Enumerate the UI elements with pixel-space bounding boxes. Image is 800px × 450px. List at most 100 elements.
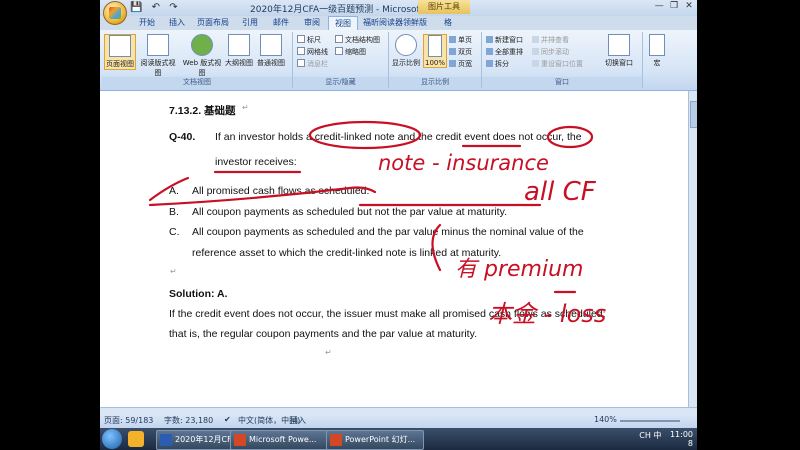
windows-icon: [608, 34, 630, 56]
powerpoint-icon: [234, 434, 246, 446]
zoom-button[interactable]: 显示比例: [391, 34, 421, 68]
draft-icon: [260, 34, 282, 56]
document-page[interactable]: 7.13.2. 基础题 ↵ Q-40. If an investor holds…: [100, 91, 688, 407]
paragraph-mark: ↵: [170, 267, 177, 276]
tab-insert[interactable]: 插入: [163, 16, 191, 30]
split-button[interactable]: 拆分: [486, 59, 509, 69]
option-letter-b: B.: [169, 206, 179, 218]
spell-check-icon[interactable]: ✔: [224, 415, 231, 424]
option-b-text: All coupon payments as scheduled but not…: [192, 206, 507, 218]
solution-line-1: If the credit event does not occur, the …: [169, 308, 606, 320]
solution-line-2: that is, the regular coupon payments and…: [169, 328, 477, 340]
reading-view-icon: [147, 34, 169, 56]
reading-layout-button[interactable]: 阅读版式视图: [138, 34, 178, 78]
scroll-thumb[interactable]: [690, 101, 697, 128]
page-width-button[interactable]: 页宽: [449, 59, 472, 69]
tab-home[interactable]: 开始: [133, 16, 161, 30]
tab-page-layout[interactable]: 页面布局: [193, 16, 233, 30]
group-label: 显示/隐藏: [293, 77, 388, 88]
group-label: 文档视图: [102, 77, 292, 88]
quick-access-toolbar: 💾 ↶ ↷: [130, 2, 184, 13]
one-page-button[interactable]: 单页: [449, 35, 472, 45]
zoom-slider[interactable]: [620, 420, 680, 422]
save-icon[interactable]: 💾: [130, 2, 142, 13]
paragraph-mark: ↵: [325, 348, 332, 357]
zoom-level[interactable]: 140%: [594, 415, 617, 424]
word-icon: [160, 434, 172, 446]
zoom-100-button[interactable]: 100%: [423, 34, 447, 68]
option-c-line-1: All coupon payments as scheduled and the…: [192, 226, 584, 238]
option-letter-a: A.: [169, 185, 179, 197]
print-layout-button[interactable]: 页面视图: [104, 34, 136, 70]
outline-icon: [228, 34, 250, 56]
macros-button[interactable]: 宏: [645, 34, 669, 68]
thumbnails-checkbox[interactable]: 缩略图: [335, 47, 366, 57]
tab-review[interactable]: 审阅: [298, 16, 326, 30]
window-controls: — ❐ ✕: [653, 1, 695, 11]
status-bar: 页面: 59/183 字数: 23,180 ✔ 中文(简体，中国) 插入 140…: [100, 413, 697, 428]
folder-icon[interactable]: [128, 431, 144, 447]
picture-tools-tab[interactable]: 图片工具: [418, 0, 470, 14]
switch-windows-button[interactable]: 切换窗口: [600, 34, 638, 68]
page-100-icon: [428, 35, 442, 57]
group-zoom: 显示比例 100% 单页 双页 页宽 显示比例: [389, 32, 482, 88]
word-count[interactable]: 字数: 23,180: [164, 415, 213, 426]
clock[interactable]: 11:00 8: [670, 430, 693, 448]
group-window: 新建窗口 全部重排 拆分 并排查看 同步滚动 重设窗口位置 切换窗口 窗口: [482, 32, 643, 88]
task-slideshow[interactable]: PowerPoint 幻灯...: [326, 430, 424, 450]
tab-format[interactable]: 格: [438, 16, 458, 30]
paragraph-mark: ↵: [242, 103, 249, 112]
tab-view[interactable]: 视图: [328, 16, 358, 31]
group-label: 显示比例: [389, 77, 481, 88]
task-word[interactable]: 2020年12月CFA...: [156, 430, 238, 450]
ime-indicator[interactable]: 中: [653, 431, 661, 440]
group-macros: 宏: [643, 32, 673, 88]
macro-icon: [649, 34, 665, 56]
taskbar: 2020年12月CFA... Microsoft Powe... PowerPo…: [100, 428, 697, 450]
slideshow-icon: [330, 434, 342, 446]
tab-references[interactable]: 引用: [236, 16, 264, 30]
title-bar: 💾 ↶ ↷ 2020年12月CFA一级百题预测 - Microsoft Word…: [100, 0, 697, 16]
word-window: 💾 ↶ ↷ 2020年12月CFA一级百题预测 - Microsoft Word…: [100, 0, 697, 428]
office-button[interactable]: [103, 1, 127, 25]
reset-window-button[interactable]: 重设窗口位置: [532, 59, 583, 69]
web-layout-button[interactable]: Web 版式视图: [182, 34, 222, 78]
restore-icon[interactable]: ❐: [668, 1, 680, 11]
option-a-text: All promised cash flows as scheduled.: [192, 185, 370, 197]
draft-view-button[interactable]: 普通视图: [256, 34, 286, 68]
new-window-button[interactable]: 新建窗口: [486, 35, 523, 45]
outline-view-button[interactable]: 大纲视图: [224, 34, 254, 68]
document-map-checkbox[interactable]: 文档结构图: [335, 35, 380, 45]
tab-foxit[interactable]: 福昕阅读器领鲜版: [360, 16, 430, 30]
insert-mode[interactable]: 插入: [290, 415, 306, 426]
side-by-side-button[interactable]: 并排查看: [532, 35, 569, 45]
undo-icon[interactable]: ↶: [152, 2, 160, 13]
vertical-scrollbar[interactable]: [688, 91, 697, 407]
message-bar-checkbox[interactable]: 消息栏: [297, 59, 328, 69]
start-button[interactable]: [102, 429, 122, 449]
question-number: Q-40.: [169, 131, 196, 143]
arrange-all-button[interactable]: 全部重排: [486, 47, 523, 57]
group-label: 窗口: [482, 77, 642, 88]
page-count[interactable]: 页面: 59/183: [104, 415, 153, 426]
ruler-checkbox[interactable]: 标尺: [297, 35, 321, 45]
page-view-icon: [109, 35, 131, 57]
section-heading: 7.13.2. 基础题: [169, 105, 236, 117]
question-line-1: If an investor holds a credit-linked not…: [215, 131, 582, 143]
solution-label: Solution: A.: [169, 288, 228, 300]
task-powerpoint[interactable]: Microsoft Powe...: [230, 430, 328, 450]
option-letter-c: C.: [169, 226, 180, 238]
magnifier-icon: [395, 34, 417, 56]
system-tray: CH 中 11:00 8: [639, 430, 693, 448]
two-pages-button[interactable]: 双页: [449, 47, 472, 57]
tab-mailings[interactable]: 邮件: [267, 16, 295, 30]
ribbon: 页面视图 阅读版式视图 Web 版式视图 大纲视图 普通视图 文档视图 标尺 网…: [100, 30, 697, 91]
group-document-views: 页面视图 阅读版式视图 Web 版式视图 大纲视图 普通视图 文档视图: [102, 32, 293, 88]
option-c-line-2: reference asset to which the credit-link…: [192, 247, 502, 259]
gridlines-checkbox[interactable]: 网格线: [297, 47, 328, 57]
minimize-icon[interactable]: —: [653, 1, 665, 11]
sync-scroll-button[interactable]: 同步滚动: [532, 47, 569, 57]
redo-icon[interactable]: ↷: [169, 2, 177, 13]
close-icon[interactable]: ✕: [683, 1, 695, 11]
language-tray[interactable]: CH: [639, 431, 651, 440]
